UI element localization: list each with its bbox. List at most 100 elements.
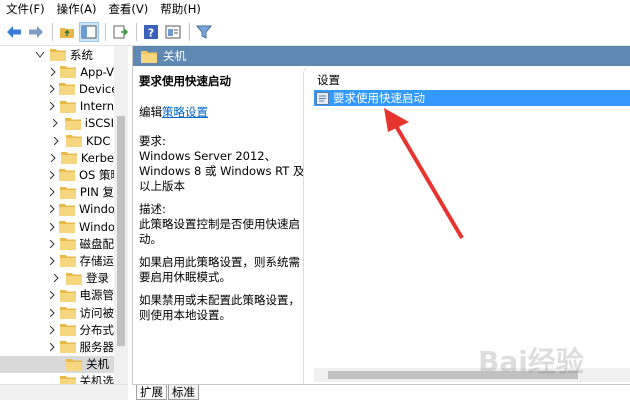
disabled-text: 如果禁用或未配置此策略设置，则使用本地设置。 — [139, 293, 300, 322]
chevron-right-icon[interactable] — [50, 67, 56, 76]
chevron-right-icon[interactable] — [50, 256, 56, 265]
gpedit-window: 文件(F) 操作(A) 查看(V) 帮助(H) ? 系统 App-V Devic… — [0, 0, 630, 400]
chevron-down-icon[interactable] — [34, 51, 46, 58]
tree-item[interactable]: 服务器 — [0, 338, 114, 355]
tree-item[interactable]: iSCSI — [0, 115, 114, 132]
tree-horizontal-scrollbar[interactable] — [0, 384, 128, 400]
tree-item[interactable]: Windo — [0, 201, 115, 218]
tree-item-label: 访问被 — [79, 305, 115, 320]
toolbar-separator — [136, 22, 137, 41]
tree-item-label: KDC — [86, 133, 111, 148]
folder-icon — [59, 375, 76, 384]
tree-item[interactable]: KDC — [0, 132, 114, 149]
folder-icon — [60, 151, 77, 165]
tree-item[interactable]: 登录 — [0, 270, 114, 287]
menu-file[interactable]: 文件(F) — [0, 0, 51, 18]
tree-item-label: 系统 — [70, 47, 93, 62]
tree-item[interactable]: 电源管 — [0, 287, 114, 304]
description-text: 此策略设置控制是否使用快速启动。 — [139, 217, 300, 246]
menu-view[interactable]: 查看(V) — [102, 0, 154, 18]
tab-standard[interactable]: 标准 — [168, 385, 199, 400]
menu-bar: 文件(F) 操作(A) 查看(V) 帮助(H) — [0, 0, 630, 18]
tree-item[interactable]: Windo — [0, 218, 115, 235]
chevron-right-icon[interactable] — [50, 342, 56, 351]
toolbar: ? — [0, 18, 630, 46]
folder-icon — [59, 340, 76, 354]
tree-scroll-thumb[interactable] — [117, 116, 125, 346]
tree-item[interactable]: 磁盘配 — [0, 235, 114, 252]
chevron-right-icon[interactable] — [50, 102, 56, 111]
tree-item-label: 存储运 — [79, 253, 115, 268]
chevron-right-icon[interactable] — [50, 136, 62, 145]
tree-item-system[interactable]: 系统 — [0, 46, 93, 63]
tree-item-label: iSCSI — [84, 116, 114, 131]
back-icon[interactable] — [4, 22, 24, 42]
tree-item-label: App-V — [80, 64, 114, 79]
chevron-right-icon[interactable] — [50, 239, 56, 248]
chevron-right-icon[interactable] — [50, 205, 55, 214]
folder-icon — [59, 289, 76, 302]
folder-icon — [66, 358, 82, 371]
folder-icon — [59, 203, 75, 216]
chevron-right-icon[interactable] — [50, 153, 57, 162]
chevron-right-icon[interactable] — [50, 119, 61, 128]
pane-header: 关机 — [133, 46, 630, 66]
tree-item[interactable]: 关机选 — [0, 373, 114, 384]
properties-icon[interactable] — [163, 22, 183, 42]
navigation-tree: 系统 App-V Device Intern iSCSI KDC Kerbe OS 策略 PIN… — [0, 46, 128, 384]
tree-item-label: Intern — [79, 99, 114, 114]
description-label: 描述: — [139, 202, 166, 216]
filter-icon[interactable] — [194, 22, 214, 42]
folder-icon — [59, 323, 76, 337]
tree-item[interactable]: Intern — [0, 98, 114, 115]
folder-icon — [59, 237, 76, 251]
tree-item[interactable]: App-V — [0, 63, 114, 80]
edit-prefix: 编辑 — [139, 105, 162, 119]
tree-item[interactable]: 关机 — [0, 355, 114, 373]
tree-item[interactable]: 存储运 — [0, 252, 114, 269]
folder-icon — [59, 220, 75, 233]
chevron-right-icon[interactable] — [50, 291, 56, 300]
tree-item[interactable]: Device — [0, 80, 118, 97]
chevron-right-icon[interactable] — [50, 84, 55, 93]
pane-title: 关机 — [163, 49, 186, 63]
chevron-right-icon[interactable] — [50, 170, 55, 179]
policy-setting-icon — [316, 91, 329, 105]
folder-icon — [141, 50, 157, 63]
tree-vertical-scrollbar[interactable] — [114, 46, 128, 384]
show-hide-tree-icon[interactable] — [79, 21, 99, 42]
setting-row-fast-startup[interactable]: 要求使用快速启动 — [314, 90, 630, 106]
chevron-right-icon[interactable] — [50, 188, 56, 197]
tab-extended[interactable]: 扩展 — [136, 385, 167, 400]
folder-icon — [59, 100, 76, 113]
tree-item-label: Kerbe — [80, 150, 114, 165]
up-folder-icon[interactable] — [57, 22, 77, 42]
toolbar-separator — [52, 22, 53, 41]
tree-item-label: Windo — [79, 219, 115, 234]
chevron-right-icon[interactable] — [50, 274, 62, 283]
tree-item-label: 分布式 — [79, 322, 115, 337]
menu-action[interactable]: 操作(A) — [51, 0, 103, 18]
forward-icon[interactable] — [26, 22, 46, 42]
edit-policy-link[interactable]: 策略设置 — [162, 105, 208, 119]
menu-help[interactable]: 帮助(H) — [154, 0, 207, 18]
tree-item[interactable]: PIN 复 — [0, 184, 114, 201]
tree-item-label: 电源管 — [79, 288, 115, 303]
tree-item[interactable]: Kerbe — [0, 149, 114, 166]
tree-item[interactable]: OS 策略 — [0, 166, 122, 183]
folder-icon — [60, 65, 77, 79]
export-list-icon[interactable] — [110, 22, 130, 42]
requirements-label: 要求: — [139, 134, 166, 148]
folder-icon — [66, 134, 82, 147]
tree-item-label: PIN 复 — [79, 185, 114, 200]
tree-item[interactable]: 分布式 — [0, 321, 114, 338]
help-icon[interactable]: ? — [141, 22, 161, 42]
tree-item-label: 服务器 — [79, 339, 115, 354]
tree-item[interactable]: 访问被 — [0, 304, 114, 321]
chevron-right-icon[interactable] — [50, 325, 56, 334]
chevron-right-icon[interactable] — [50, 308, 56, 317]
edit-policy-line: 编辑策略设置 — [139, 105, 305, 120]
chevron-right-icon[interactable] — [50, 222, 55, 231]
requirements-text: Windows Server 2012、Windows 8 或 Windows … — [139, 149, 305, 193]
tree-item-label: 关机选 — [79, 374, 115, 384]
